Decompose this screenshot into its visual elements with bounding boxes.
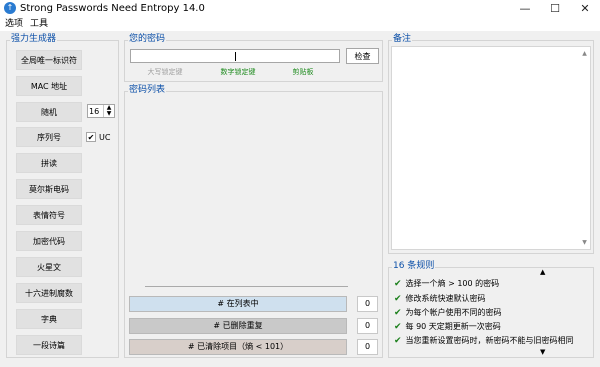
- password-panel-title: 您的密码: [128, 34, 167, 44]
- password-list-title: 密码列表: [128, 85, 167, 95]
- duplicates-removed-count: 0: [357, 318, 378, 334]
- check-icon: ✔: [394, 279, 402, 289]
- list-divider: [145, 286, 348, 287]
- dictionary-button[interactable]: 字典: [16, 309, 82, 329]
- rule-text: 为每个帐户使用不同的密码: [405, 308, 502, 317]
- random-length-spinner[interactable]: 16 ▲ ▼: [87, 104, 115, 118]
- menu-options[interactable]: 选项: [3, 17, 25, 31]
- rule-item: ✔ 修改系统快速默认密码: [394, 292, 584, 306]
- rules-scroll-down-icon[interactable]: ▼: [540, 348, 545, 356]
- phonetic-button[interactable]: 拼读: [16, 153, 82, 173]
- duplicates-removed-stat[interactable]: # 已删除重复: [129, 318, 347, 334]
- caps-lock-indicator: 大写锁定键: [147, 68, 183, 76]
- rule-item: ✔ 每 90 天定期更新一次密码: [394, 320, 584, 334]
- scroll-down-icon[interactable]: ▼: [580, 239, 589, 246]
- in-list-count: 0: [357, 296, 378, 312]
- guid-button[interactable]: 全局唯一标识符: [16, 50, 82, 70]
- rule-text: 当您重新设置密码时，新密码不能与旧密码相同: [405, 336, 574, 345]
- random-length-value: 16: [89, 107, 100, 116]
- close-button[interactable]: ✕: [570, 0, 600, 17]
- rule-text: 每 90 天定期更新一次密码: [405, 322, 501, 331]
- maximize-button[interactable]: ☐: [540, 0, 570, 17]
- check-icon: ✔: [394, 308, 402, 318]
- num-lock-indicator: 数字锁定键: [220, 68, 256, 76]
- rule-item: ✔ 当您重新设置密码时，新密码不能与旧密码相同: [394, 334, 584, 348]
- emoji-button[interactable]: 表情符号: [16, 205, 82, 225]
- spinner-arrows-icon[interactable]: ▲ ▼: [103, 105, 114, 117]
- check-icon: ✔: [394, 294, 402, 304]
- poem-button[interactable]: 一段诗篇: [16, 335, 82, 355]
- rule-item: ✔ 为每个帐户使用不同的密码: [394, 306, 584, 320]
- serial-number-button[interactable]: 序列号: [16, 127, 82, 147]
- rule-item: ✔ 选择一个熵 > 100 的密码: [394, 277, 584, 291]
- cleared-items-stat[interactable]: # 已清除项目（熵 < 101）: [129, 339, 347, 355]
- app-icon: ↑: [4, 2, 16, 14]
- encrypted-code-button[interactable]: 加密代码: [16, 231, 82, 251]
- rule-text: 选择一个熵 > 100 的密码: [405, 279, 500, 288]
- check-icon: ✔: [394, 336, 402, 346]
- uc-check-icon[interactable]: ✔: [86, 132, 96, 142]
- notes-textarea[interactable]: ▲ ▼: [391, 46, 591, 250]
- martian-text-button[interactable]: 火星文: [16, 257, 82, 277]
- hex-button[interactable]: 十六进制腐数: [16, 283, 82, 303]
- check-button[interactable]: 检查: [346, 48, 379, 64]
- scroll-up-icon[interactable]: ▲: [580, 50, 589, 57]
- morse-code-button[interactable]: 莫尔斯电码: [16, 179, 82, 199]
- mac-address-button[interactable]: MAC 地址: [16, 76, 82, 96]
- in-list-stat[interactable]: # 在列表中: [129, 296, 347, 312]
- clipboard-indicator: 剪贴板: [292, 68, 314, 76]
- minimize-button[interactable]: —: [510, 0, 540, 17]
- window-title: Strong Passwords Need Entropy 14.0: [20, 3, 205, 14]
- rule-text: 修改系统快速默认密码: [405, 294, 486, 303]
- menu-bar: [0, 17, 600, 31]
- password-input[interactable]: [130, 49, 340, 63]
- uc-label: UC: [99, 133, 111, 142]
- generator-panel-title: 强力生成器: [10, 34, 58, 44]
- rules-panel-title: 16 条规则: [392, 261, 436, 271]
- check-icon: ✔: [394, 322, 402, 332]
- menu-tools[interactable]: 工具: [28, 17, 50, 31]
- rules-scroll-up-icon[interactable]: ▲: [540, 268, 545, 276]
- uc-checkbox[interactable]: ✔ UC: [86, 131, 118, 144]
- notes-panel-title: 备注: [392, 34, 413, 44]
- cleared-items-count: 0: [357, 339, 378, 355]
- random-button[interactable]: 随机: [16, 102, 82, 122]
- text-cursor: [235, 52, 236, 61]
